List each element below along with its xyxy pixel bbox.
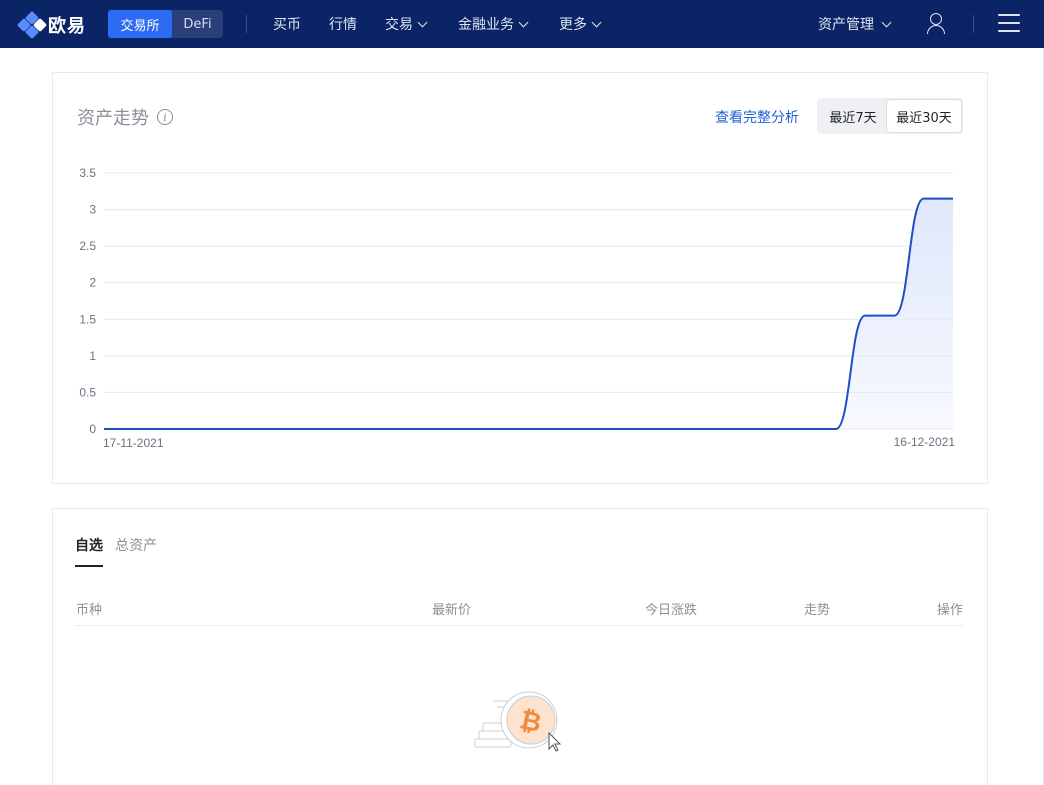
logo-icon — [16, 10, 48, 40]
asset-trend-card: 资产走势 i 查看完整分析 最近7天 最近30天 0 0.5 1 1.5 2 2.5 3 3.… — [52, 72, 988, 484]
header-divider — [75, 625, 963, 626]
nav-divider — [973, 15, 974, 33]
nav-divider — [246, 15, 247, 33]
nav-label: 买币 — [273, 17, 301, 33]
watchlist-tabs: 自选 总资产 — [75, 535, 169, 567]
column-header-trend: 走势 — [804, 603, 831, 618]
nav-label: 金融业务 — [458, 17, 514, 33]
top-nav: 欧易 交易所 DeFi 买币 行情 交易 金融业务 更多 资产管理 — [0, 0, 1044, 48]
column-header-action: 操作 — [937, 603, 964, 618]
nav-asset-management[interactable]: 资产管理 — [818, 14, 892, 34]
y-tick-label: 3.5 — [79, 166, 96, 180]
logo-text: 欧易 — [48, 16, 86, 37]
y-tick-label: 3 — [89, 203, 96, 217]
y-tick-label: 2.5 — [79, 239, 96, 253]
nav-more[interactable]: 更多 — [559, 14, 602, 34]
column-header-last-price: 最新价 — [432, 603, 472, 618]
nav-buy-crypto[interactable]: 买币 — [273, 14, 301, 34]
series-area — [104, 198, 953, 429]
chevron-down-icon — [881, 17, 892, 27]
exchange-tab[interactable]: 交易所 — [108, 10, 172, 38]
y-tick-label: 0 — [89, 422, 96, 436]
nav-label: 资产管理 — [818, 17, 874, 33]
watchlist-card: 自选 总资产 币种 最新价 今日涨跌 走势 操作 ₿ — [52, 508, 988, 785]
chevron-down-icon — [591, 17, 602, 27]
series-line — [104, 197, 953, 430]
chevron-down-icon — [417, 17, 428, 27]
empty-state-coin-icon: ₿ — [474, 691, 562, 752]
logo[interactable]: 欧易 — [16, 10, 86, 40]
tab-total-assets[interactable]: 总资产 — [115, 535, 157, 567]
x-tick-label: 16-12-2021 — [894, 435, 956, 449]
hamburger-menu-icon[interactable] — [998, 13, 1020, 33]
y-tick-label: 1 — [89, 349, 96, 363]
column-header-coin: 币种 — [76, 603, 103, 618]
nav-markets[interactable]: 行情 — [329, 14, 357, 34]
x-tick-label: 17-11-2021 — [103, 436, 164, 450]
nav-trade[interactable]: 交易 — [385, 14, 428, 34]
y-tick-label: 2 — [89, 276, 96, 290]
asset-trend-chart: 0 0.5 1 1.5 2 2.5 3 3.5 17-11-2021 16-12-2021 — [79, 166, 956, 450]
y-tick-label: 0.5 — [79, 385, 96, 399]
chevron-down-icon — [518, 17, 529, 27]
defi-tab[interactable]: DeFi — [172, 10, 223, 38]
user-icon[interactable] — [926, 13, 946, 35]
nav-finance[interactable]: 金融业务 — [458, 14, 529, 34]
platform-switch: 交易所 DeFi — [108, 10, 223, 38]
tab-favorites[interactable]: 自选 — [75, 535, 103, 567]
nav-label: 更多 — [559, 17, 587, 33]
y-tick-label: 1.5 — [79, 312, 96, 326]
nav-label: 交易 — [385, 17, 413, 33]
column-header-change: 今日涨跌 — [645, 603, 698, 618]
nav-label: 行情 — [329, 17, 357, 33]
